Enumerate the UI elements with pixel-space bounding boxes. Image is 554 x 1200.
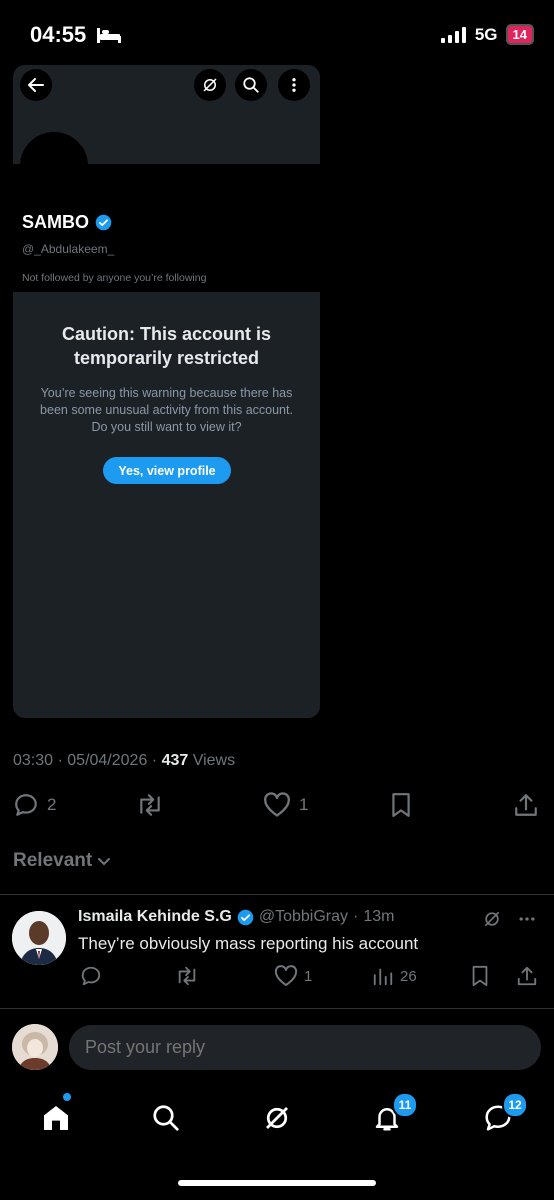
post-time: 03:30	[13, 752, 54, 769]
bookmark-icon	[472, 965, 488, 987]
more-vertical-icon	[292, 78, 296, 92]
status-indicators: 5G 14	[440, 24, 534, 45]
more-options-button[interactable]	[278, 69, 310, 101]
views-chart-icon	[373, 968, 393, 986]
bookmark-icon	[392, 793, 410, 817]
nav-grok[interactable]	[257, 1098, 297, 1138]
reply-more-button[interactable]	[516, 909, 538, 929]
view-profile-button[interactable]: Yes, view profile	[103, 457, 231, 484]
reply-text: They’re obviously mass reporting his acc…	[78, 934, 419, 953]
reply-compose-input[interactable]	[69, 1025, 541, 1070]
views-label: Views	[192, 752, 236, 769]
reply-action[interactable]: 2	[13, 792, 56, 818]
heart-icon	[264, 792, 290, 817]
avatar-image	[12, 1024, 58, 1070]
reply-comment-action[interactable]	[80, 965, 102, 987]
warning-title: Caution: This account is temporarily res…	[13, 322, 320, 370]
profile-handle: @_Abdulakeem_	[22, 242, 115, 256]
share-icon	[517, 966, 537, 986]
share-icon	[515, 794, 537, 816]
verified-badge-icon	[237, 909, 254, 925]
reply-bookmark-action[interactable]	[470, 965, 490, 987]
messages-badge: 12	[502, 1092, 528, 1118]
comment-icon	[15, 794, 37, 816]
grok-icon	[266, 1107, 288, 1129]
reply-repost-action[interactable]	[174, 965, 200, 987]
repost-icon	[140, 794, 160, 816]
grok-icon	[203, 78, 217, 92]
divider	[0, 1008, 554, 1009]
reply-like-count: 1	[304, 967, 313, 985]
profile-name: SAMBO	[22, 212, 112, 233]
post-timestamp: 03:30 · 05/04/2026 · 437 Views	[13, 752, 236, 769]
verified-badge-icon	[95, 214, 112, 231]
signal-icon	[440, 26, 466, 43]
warning-body: You’re seeing this warning because there…	[40, 386, 293, 434]
status-time: 04:55	[30, 22, 122, 48]
profile-name-text: SAMBO	[22, 212, 89, 232]
post-actions: 2 1	[13, 792, 541, 822]
reply-actions: 1 26	[78, 965, 538, 991]
like-action[interactable]: 1	[263, 792, 308, 818]
divider	[0, 894, 554, 895]
home-indicator	[178, 1180, 376, 1186]
reply-count: 2	[47, 795, 57, 814]
sort-label: Relevant	[13, 850, 93, 871]
more-horizontal-icon	[519, 917, 535, 921]
warning-title-line1: Caution: This account is	[61, 324, 271, 344]
reply-share-action[interactable]	[516, 965, 538, 987]
back-arrow-icon	[28, 78, 44, 92]
reply-author-handle: @TobbiGray	[258, 908, 348, 925]
home-notification-dot	[63, 1093, 71, 1101]
notifications-badge: 11	[392, 1092, 418, 1118]
nav-home[interactable]	[36, 1098, 76, 1138]
my-avatar[interactable]	[12, 1024, 58, 1070]
bookmark-action[interactable]	[389, 792, 413, 818]
comment-icon	[81, 966, 101, 986]
repost-action[interactable]	[135, 792, 165, 818]
avatar-image	[12, 911, 66, 965]
back-button[interactable]	[20, 69, 52, 101]
nav-search[interactable]	[146, 1098, 186, 1138]
reply-like-action[interactable]: 1	[274, 965, 312, 987]
reply-view-count: 26	[400, 967, 417, 985]
repost-icon	[178, 966, 196, 986]
sort-replies-dropdown[interactable]: Relevant	[13, 850, 112, 872]
search-icon	[243, 77, 259, 93]
reply-age: 13m	[363, 908, 395, 925]
battery-indicator: 14	[505, 24, 534, 45]
reply-views-action[interactable]: 26	[372, 965, 417, 987]
like-count: 1	[299, 795, 309, 814]
warning-title-line2: temporarily restricted	[73, 348, 260, 368]
grok-button[interactable]	[194, 69, 226, 101]
heart-icon	[274, 965, 298, 986]
reply-author-name[interactable]: Ismaila Kehinde S.G	[78, 908, 232, 926]
search-button[interactable]	[235, 69, 267, 101]
views-count: 437	[161, 752, 189, 769]
chevron-down-icon	[98, 858, 111, 866]
followed-by-note: Not followed by anyone you’re following	[22, 272, 207, 284]
reply-header: Ismaila Kehinde S.G @TobbiGray · 13m	[78, 908, 394, 926]
profile-avatar[interactable]	[20, 132, 88, 166]
reply-separator: ·	[353, 908, 359, 925]
share-action[interactable]	[513, 792, 539, 818]
search-icon	[153, 1105, 179, 1131]
network-label: 5G	[474, 24, 498, 44]
reply-grok-button[interactable]	[482, 909, 502, 929]
grok-icon	[484, 911, 500, 927]
home-icon	[44, 1106, 68, 1130]
post-date: 05/04/2026	[67, 752, 148, 769]
reply-avatar[interactable]	[12, 911, 66, 965]
bed-icon	[97, 28, 122, 43]
